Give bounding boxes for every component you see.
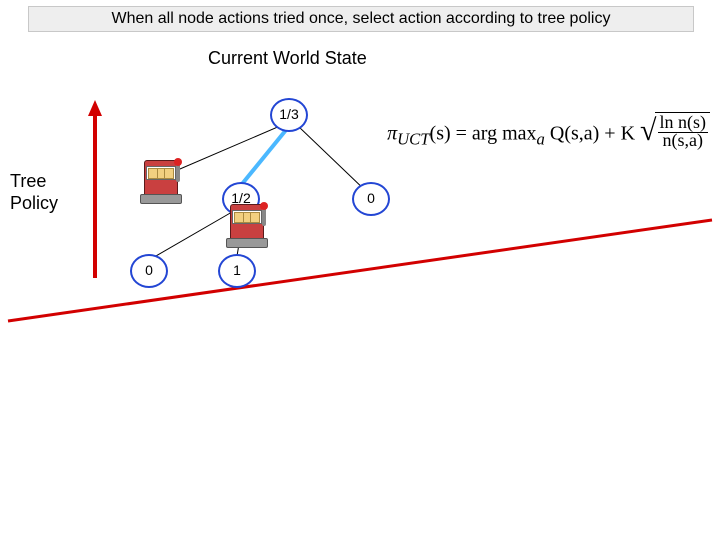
formula-den: n(s,a) [663, 130, 703, 150]
subtitle: Current World State [208, 48, 367, 69]
formula-pi: π [387, 123, 397, 145]
node-root: 1/3 [270, 98, 308, 132]
slot-machine-icon [138, 160, 182, 202]
formula-sub: UCT [397, 130, 429, 149]
formula-q: Q(s,a) + K [545, 123, 635, 145]
node-leaf-right: 1 [218, 254, 256, 288]
side-line2: Policy [10, 193, 58, 213]
tree-policy-label: Tree Policy [10, 170, 58, 214]
side-line1: Tree [10, 171, 46, 191]
formula-argmax: (s) = arg max [430, 123, 537, 145]
connector-lines [0, 0, 720, 540]
node-leaf-left: 0 [130, 254, 168, 288]
uct-formula: πUCT(s) = arg maxa Q(s,a) + K √ ln n(s) … [387, 112, 710, 150]
slot-machine-icon [224, 204, 268, 246]
formula-argsub: a [537, 130, 545, 149]
sqrt-icon: √ ln n(s) n(s,a) [640, 112, 710, 149]
node-right: 0 [352, 182, 390, 216]
title-bar: When all node actions tried once, select… [28, 6, 694, 32]
diagram-stage: When all node actions tried once, select… [0, 0, 720, 540]
